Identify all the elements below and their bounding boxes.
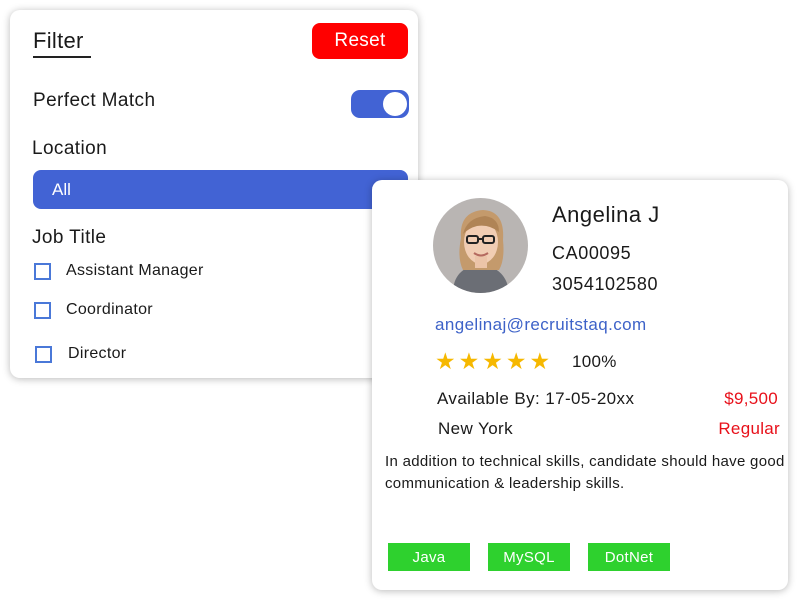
checkbox[interactable] xyxy=(34,263,51,280)
candidate-description: In addition to technical skills, candida… xyxy=(385,453,785,492)
star-icon: ★ xyxy=(505,348,527,374)
available-by: Available By: 17-05-20xx xyxy=(437,389,635,408)
salary: $9,500 xyxy=(724,389,778,408)
candidate-avatar xyxy=(433,198,528,293)
rating-percent: 100% xyxy=(572,352,617,371)
job-title-label: Job Title xyxy=(32,227,107,248)
candidate-id: CA00095 xyxy=(552,243,632,263)
star-icon: ★ xyxy=(529,348,551,374)
filter-panel: Filter Reset Perfect Match Location All … xyxy=(10,10,418,378)
location-dropdown[interactable]: All xyxy=(33,170,408,209)
perfect-match-toggle[interactable] xyxy=(351,90,409,118)
filter-title-underline xyxy=(33,56,91,58)
reset-button[interactable]: Reset xyxy=(312,23,408,59)
checkbox[interactable] xyxy=(34,302,51,319)
star-icon: ★ xyxy=(435,348,456,374)
candidate-location: New York xyxy=(438,419,514,438)
skill-tag-dotnet: DotNet xyxy=(588,543,670,571)
toggle-knob xyxy=(383,92,407,116)
skill-tag-java: Java xyxy=(388,543,470,571)
star-icon: ★ xyxy=(482,348,503,374)
job-title-option-coordinator[interactable]: Coordinator 0 xyxy=(34,295,408,327)
candidate-phone: 3054102580 xyxy=(552,274,659,294)
checkbox[interactable] xyxy=(35,346,52,363)
star-icon: ★ xyxy=(458,348,480,374)
location-selected-value: All xyxy=(52,180,71,199)
candidate-card[interactable]: Angelina J CA00095 3054102580 angelinaj@… xyxy=(372,180,788,590)
job-title-option-director[interactable]: Director 0 xyxy=(34,339,408,371)
job-title-option-assistant-manager[interactable]: Assistant Manager 0 xyxy=(34,256,408,288)
candidate-email-link[interactable]: angelinaj@recruitstaq.com xyxy=(435,315,647,335)
rating-stars: ★ ★ ★ ★ ★ xyxy=(435,349,550,373)
filter-title: Filter xyxy=(33,28,84,53)
skill-tag-mysql: MySQL xyxy=(488,543,570,571)
location-label: Location xyxy=(32,138,108,159)
perfect-match-label: Perfect Match xyxy=(33,90,156,111)
job-title-option-label: Director xyxy=(68,345,127,362)
job-type: Regular xyxy=(718,419,780,438)
job-title-option-label: Assistant Manager xyxy=(66,262,204,279)
candidate-name: Angelina J xyxy=(552,202,660,227)
avatar-photo xyxy=(433,198,528,293)
job-title-option-label: Coordinator xyxy=(66,301,153,318)
